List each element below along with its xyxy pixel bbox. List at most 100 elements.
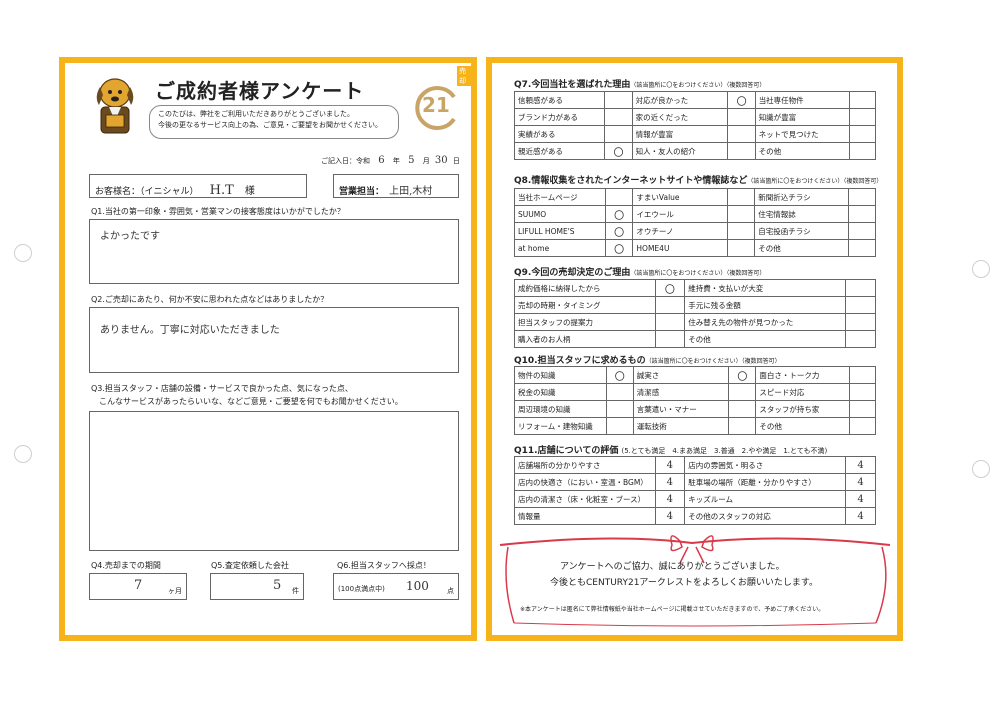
q7-answer-cell[interactable] <box>848 142 877 160</box>
q8-option-label: オウチーノ <box>632 222 729 240</box>
q7-note: （該当箇所に〇をおつけください）（複数回答可） <box>630 82 766 89</box>
q10-answer-cell[interactable] <box>849 383 876 401</box>
q4-answer-box[interactable]: 7 ヶ月 <box>89 573 187 600</box>
q9-option-label: 住み替え先の物件が見つかった <box>684 313 847 331</box>
q11-scale: (5.とても満足 4.まあ満足 3.普通 2.やや満足 1.とても不満) <box>621 447 828 455</box>
q7-answer-cell[interactable] <box>848 125 877 143</box>
q9-note: （該当箇所に〇をおつけください）（複数回答可） <box>630 270 766 277</box>
q10-answer-cell[interactable] <box>849 417 876 435</box>
q11-option-label: キッズルーム <box>684 490 847 508</box>
q3-question-line-2: こんなサービスがあったらいいな、などご意見・ご要望を何でもお聞かせください。 <box>91 397 403 406</box>
q7-answer-cell[interactable] <box>848 91 877 109</box>
q7-answer-cell[interactable] <box>604 108 633 126</box>
q10-option-label: 誠実さ <box>632 366 730 384</box>
q8-answer-cell[interactable] <box>727 205 756 223</box>
q7-answer-cell[interactable] <box>727 142 756 160</box>
q10-answer-cell[interactable] <box>728 400 757 418</box>
q11-answer-cell[interactable]: 4 <box>654 490 686 508</box>
q11-table: 店舗場所の分かりやすさ 4 店内の雰囲気・明るさ 4 店内の快適さ（におい・室温・BGM… <box>514 456 876 525</box>
q9-answer-cell[interactable] <box>654 330 686 348</box>
q8-answer-cell[interactable] <box>604 188 634 206</box>
q9-option-label: 成約価格に納得したから <box>514 279 656 297</box>
q5-answer-box[interactable]: 5 件 <box>210 573 304 600</box>
q10-answer-cell[interactable] <box>728 417 757 435</box>
q8-row: at home 〇 HOME4U その他 <box>514 239 876 257</box>
q6-answer-box[interactable]: (100点満点中) 100 点 <box>333 573 459 600</box>
q10-option-label: スピード対応 <box>755 383 851 401</box>
q3-answer-box[interactable] <box>89 411 459 551</box>
q8-table: 当社ホームページ すまいValue 新聞折込チラシ SUUMO 〇イエウール 住宅情報誌 L… <box>514 188 876 257</box>
q1-answer-box[interactable]: よかったです <box>89 219 459 284</box>
q7-option-label: その他 <box>754 142 850 160</box>
q4-value[interactable]: 7 <box>134 578 142 593</box>
greeting-line-1: このたびは、弊社をご利用いただきありがとうございました。 <box>158 110 354 118</box>
q7-answer-cell[interactable] <box>604 125 633 143</box>
q9-answer-cell[interactable] <box>845 279 876 297</box>
q8-answer-cell[interactable] <box>727 222 756 240</box>
q8-answer-cell[interactable] <box>848 188 876 206</box>
q8-answer-cell[interactable]: 〇 <box>604 205 634 223</box>
q8-answer-cell[interactable]: 〇 <box>604 239 634 257</box>
date-month[interactable]: 5 <box>408 155 414 166</box>
q10-answer-cell[interactable] <box>849 366 876 384</box>
q11-answer-cell[interactable]: 4 <box>654 507 686 525</box>
q9-answer-cell[interactable] <box>845 296 876 314</box>
customer-name-value[interactable]: H.T <box>210 183 234 198</box>
q7-answer-cell[interactable]: 〇 <box>604 142 633 160</box>
date-day[interactable]: 30 <box>435 155 448 166</box>
q9-row: 成約価格に納得したから〇維持費・支払いが大変 <box>514 279 876 297</box>
q8-title-text: Q8.情報収集をされたインターネットサイトや情報誌など <box>514 176 748 186</box>
q8-option-label: すまいValue <box>632 188 729 206</box>
q8-answer-cell[interactable] <box>848 222 876 240</box>
q11-option-label: 店内の清潔さ（床・化粧室・ブース） <box>514 490 656 508</box>
q10-answer-cell[interactable] <box>605 417 634 435</box>
q11-answer-cell[interactable]: 4 <box>845 456 876 474</box>
q11-answer-cell[interactable]: 4 <box>845 490 876 508</box>
q7-row: 実績がある 情報が豊富 ネットで見つけた <box>513 125 877 143</box>
q8-answer-cell[interactable] <box>848 205 876 223</box>
staff-value[interactable]: 上田,木村 <box>389 186 432 197</box>
century21-logo-number: 21 <box>422 93 450 117</box>
q7-answer-cell[interactable] <box>848 108 877 126</box>
q1-answer[interactable]: よかったです <box>100 231 160 242</box>
q7-answer-cell[interactable]: 〇 <box>727 91 756 109</box>
q10-answer-cell[interactable] <box>849 400 876 418</box>
q10-answer-cell[interactable]: 〇 <box>605 366 634 384</box>
q9-answer-cell[interactable] <box>654 313 686 331</box>
q10-answer-cell[interactable] <box>728 383 757 401</box>
date-year[interactable]: 6 <box>378 155 384 166</box>
q7-answer-cell[interactable] <box>727 125 756 143</box>
q8-answer-cell[interactable] <box>727 239 756 257</box>
q6-unit: 点 <box>447 587 454 595</box>
q8-row: 当社ホームページ すまいValue 新聞折込チラシ <box>514 188 876 206</box>
q8-answer-cell[interactable] <box>727 188 756 206</box>
q7-answer-cell[interactable] <box>727 108 756 126</box>
q9-answer-cell[interactable] <box>654 296 686 314</box>
q10-answer-cell[interactable] <box>605 400 634 418</box>
q7-title: Q7.今回当社を選ばれた理由（該当箇所に〇をおつけください）（複数回答可） <box>514 77 765 90</box>
q11-answer-cell[interactable]: 4 <box>845 473 876 491</box>
q6-value[interactable]: 100 <box>406 579 429 593</box>
q11-answer-cell[interactable]: 4 <box>654 456 686 474</box>
q8-answer-cell[interactable]: 〇 <box>604 222 634 240</box>
q5-value[interactable]: 5 <box>273 578 281 593</box>
q11-answer-cell[interactable]: 4 <box>654 473 686 491</box>
date-row: ご記入日：令和 6 年 5 月 30 日 <box>321 155 460 166</box>
staff-box[interactable]: 営業担当： 上田,木村 <box>333 174 459 198</box>
customer-name-box[interactable]: お客様名：（イニシャル） H.T 様 <box>89 174 307 198</box>
q2-answer-box[interactable]: ありません。丁寧に対応いただきました <box>89 307 459 373</box>
q8-answer-cell[interactable] <box>848 239 876 257</box>
q11-answer-cell[interactable]: 4 <box>845 507 876 525</box>
q11-option-label: 店内の快適さ（におい・室温・BGM） <box>514 473 656 491</box>
q10-answer-cell[interactable] <box>605 383 634 401</box>
q9-answer-cell[interactable] <box>845 330 876 348</box>
q10-option-label: 物件の知識 <box>514 366 607 384</box>
q10-answer-cell[interactable]: 〇 <box>728 366 757 384</box>
q2-answer[interactable]: ありません。丁寧に対応いただきました <box>100 325 280 336</box>
q4-unit: ヶ月 <box>168 587 182 595</box>
q11-row: 店舗場所の分かりやすさ 4 店内の雰囲気・明るさ 4 <box>514 456 876 474</box>
q7-answer-cell[interactable] <box>604 91 633 109</box>
q9-answer-cell[interactable]: 〇 <box>654 279 686 297</box>
q11-option-label: 店舗場所の分かりやすさ <box>514 456 656 474</box>
q9-answer-cell[interactable] <box>845 313 876 331</box>
